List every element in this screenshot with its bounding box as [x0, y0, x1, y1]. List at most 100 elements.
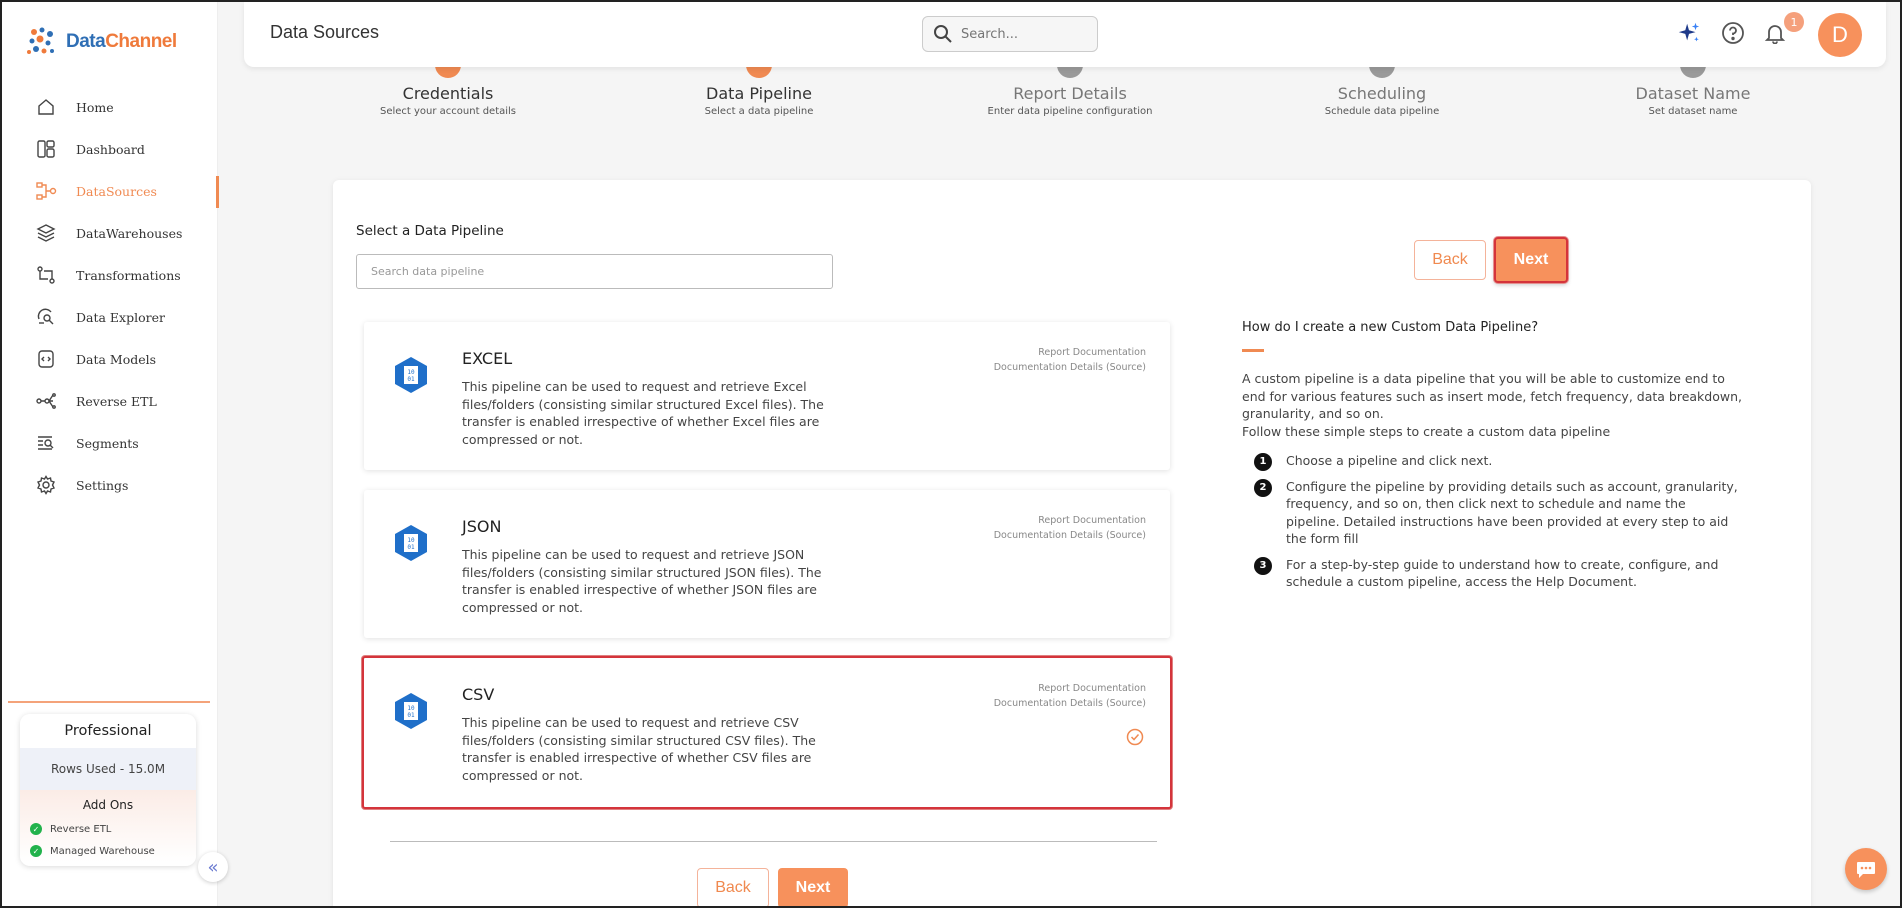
addon-label: Reverse ETL [50, 823, 112, 835]
transformations-icon [34, 263, 58, 287]
help-button[interactable] [1720, 20, 1746, 46]
step-number-icon: 3 [1254, 556, 1272, 575]
search-input[interactable] [961, 26, 1081, 42]
dashboard-icon [34, 137, 58, 161]
pipeline-search-input[interactable] [356, 254, 833, 289]
sidebar-nav: Home Dashboard DataSources DataWarehouse… [2, 86, 219, 506]
selected-check-icon [1126, 728, 1144, 746]
check-icon: ✓ [30, 823, 42, 835]
bell-icon [1764, 25, 1786, 44]
help-intro-steps-lead: Follow these simple steps to create a cu… [1242, 423, 1611, 439]
help-intro: A custom pipeline is a data pipeline tha… [1242, 370, 1742, 440]
collapse-sidebar-button[interactable]: « [198, 852, 228, 882]
help-title: How do I create a new Custom Data Pipeli… [1242, 320, 1539, 335]
help-step-text: For a step-by-step guide to understand h… [1286, 556, 1719, 590]
sidebar-item-label: Data Models [76, 351, 157, 367]
step-name: Scheduling [1337, 84, 1427, 103]
step-name: Data Pipeline [706, 84, 812, 103]
documentation-details-link[interactable]: Documentation Details (Source) [994, 696, 1146, 711]
sidebar-item-datawarehouses[interactable]: DataWarehouses [2, 212, 218, 254]
pipeline-links: Report Documentation Documentation Detai… [994, 681, 1146, 711]
svg-text:10: 10 [407, 537, 415, 544]
pipeline-card-csv[interactable]: 10 01 CSV This pipeline can be used to re… [362, 656, 1172, 809]
sidebar-item-label: DataSources [76, 183, 157, 199]
next-button-bottom[interactable]: Next [778, 868, 848, 908]
sidebar-item-transformations[interactable]: Transformations [2, 254, 218, 296]
sidebar-item-segments[interactable]: Segments [2, 422, 218, 464]
plan-name: Professional [20, 714, 196, 748]
step-name: Dataset Name [1635, 84, 1751, 103]
pipeline-description: This pipeline can be used to request and… [462, 715, 816, 783]
chat-icon [1857, 862, 1875, 878]
sidebar-item-label: DataWarehouses [76, 225, 183, 241]
help-step: 3 For a step-by-step guide to understand… [1242, 556, 1742, 591]
svg-text:01: 01 [407, 712, 415, 719]
addons-section: Add Ons ✓ Reverse ETL ✓ Managed Warehous… [20, 790, 196, 862]
documentation-details-link[interactable]: Documentation Details (Source) [994, 360, 1146, 375]
sidebar-item-label: Settings [76, 477, 129, 493]
help-accent-bar [1242, 349, 1264, 352]
top-header: Data Sources 1 D [244, 2, 1886, 67]
logo-icon [27, 27, 54, 54]
double-chevron-left-icon: « [207, 856, 219, 878]
sidebar-item-data-explorer[interactable]: Data Explorer [2, 296, 218, 338]
bottom-divider [390, 841, 1157, 842]
plan-divider [8, 701, 210, 703]
binary-file-icon: 1001 [395, 357, 427, 393]
sidebar-item-reverse-etl[interactable]: Reverse ETL [2, 380, 218, 422]
next-button-top[interactable]: Next [1494, 237, 1568, 283]
documentation-details-link[interactable]: Documentation Details (Source) [994, 528, 1146, 543]
logo[interactable]: DataChannel [24, 24, 177, 60]
svg-text:10: 10 [407, 705, 415, 712]
datasources-icon [34, 179, 58, 203]
sidebar-item-label: Home [76, 99, 114, 115]
notification-badge: 1 [1784, 12, 1804, 32]
sidebar-item-dashboard[interactable]: Dashboard [2, 128, 218, 170]
sidebar-item-settings[interactable]: Settings [2, 464, 218, 506]
sidebar-item-label: Transformations [76, 267, 181, 283]
select-pipeline-title: Select a Data Pipeline [356, 223, 504, 239]
addon-item: ✓ Reverse ETL [20, 818, 196, 840]
report-documentation-link[interactable]: Report Documentation [994, 513, 1146, 528]
logo-text: DataChannel [66, 31, 177, 52]
avatar[interactable]: D [1818, 13, 1862, 57]
sidebar-item-datasources[interactable]: DataSources [2, 170, 219, 212]
addons-title: Add Ons [82, 798, 134, 812]
pipeline-card-json[interactable]: 10 01 JSON This pipeline can be used to r… [364, 490, 1170, 638]
help-step-text: Configure the pipeline by providing deta… [1286, 478, 1738, 547]
data-explorer-icon [34, 305, 58, 329]
back-button-bottom[interactable]: Back [697, 868, 769, 908]
pipeline-description: This pipeline can be used to request and… [462, 379, 824, 447]
report-documentation-link[interactable]: Report Documentation [994, 681, 1146, 696]
step-name: Report Details [1013, 84, 1127, 103]
pipeline-card-excel[interactable]: 10 01 EXCEL This pipeline can be used to … [364, 322, 1170, 470]
chat-button[interactable] [1845, 848, 1887, 890]
page-title: Data Sources [270, 22, 380, 42]
addon-item: ✓ Managed Warehouse [20, 840, 196, 862]
reverse-etl-icon [34, 389, 58, 413]
sparkle-icon [1678, 22, 1700, 42]
step-subtitle: Select your account details [379, 106, 517, 117]
segments-icon [34, 431, 58, 455]
sidebar: DataChannel Home Dashboard DataSources D… [2, 2, 219, 906]
global-search[interactable] [922, 16, 1098, 52]
report-documentation-link[interactable]: Report Documentation [994, 345, 1146, 360]
help-step: 1 Choose a pipeline and click next. [1242, 452, 1742, 471]
gear-icon [34, 473, 58, 497]
addon-label: Managed Warehouse [50, 845, 155, 857]
step-number-icon: 1 [1254, 453, 1272, 471]
plan-card: Professional Rows Used - 15.0M Add Ons ✓… [20, 714, 196, 866]
sidebar-item-label: Segments [76, 435, 139, 451]
step-subtitle: Enter data pipeline configuration [987, 106, 1153, 117]
layers-icon [34, 221, 58, 245]
ai-sparkle-button[interactable] [1676, 20, 1702, 46]
help-panel: How do I create a new Custom Data Pipeli… [1242, 320, 1742, 599]
sidebar-item-label: Reverse ETL [76, 393, 157, 409]
sidebar-item-data-models[interactable]: Data Models [2, 338, 218, 380]
help-icon [1722, 22, 1744, 44]
sidebar-item-home[interactable]: Home [2, 86, 218, 128]
search-icon [934, 25, 952, 43]
rows-used: Rows Used - 15.0M [20, 748, 196, 790]
back-button-top[interactable]: Back [1414, 240, 1486, 280]
pipeline-links: Report Documentation Documentation Detai… [994, 345, 1146, 375]
